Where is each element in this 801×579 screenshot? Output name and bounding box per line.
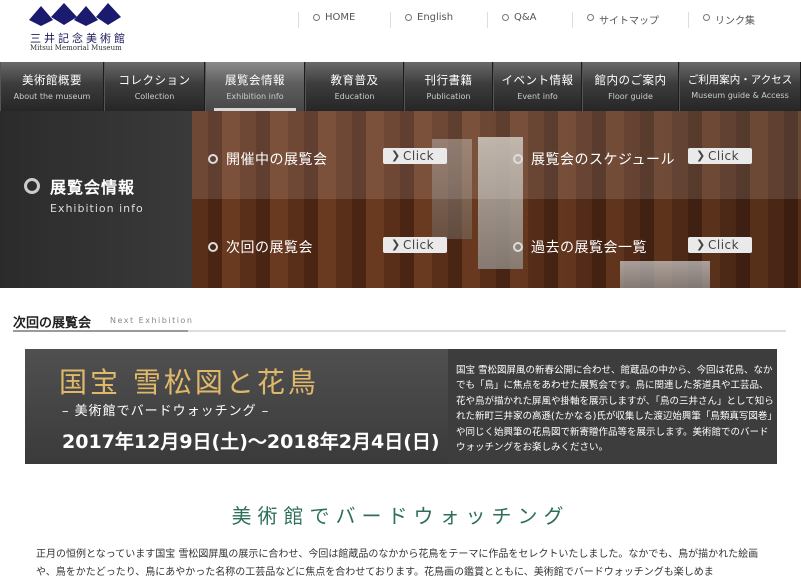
nav-item-sublabel: Education — [334, 92, 375, 101]
click-button-label: Click — [708, 149, 740, 163]
link-label: 展覧会のスケジュール — [531, 152, 676, 168]
nav-item-label: イベント情報 — [501, 73, 574, 87]
nav-item-label: 刊行書籍 — [424, 73, 473, 87]
nav-item-label: 教育普及 — [330, 73, 379, 87]
chevron-right-icon: ❯ — [391, 238, 401, 251]
article-body: 正月の恒例となっています国宝 雪松図屏風の展示に合わせ、今回は館蔵品のなかから花… — [36, 549, 759, 578]
section-title: 次回の展覧会 — [13, 316, 92, 331]
circle-bullet-icon — [513, 242, 523, 252]
chevron-right-icon: ❯ — [696, 238, 706, 251]
util-link-home[interactable]: HOME — [298, 12, 355, 28]
nav-item-sublabel: Publication — [426, 92, 471, 101]
click-button-next[interactable]: ❯ Click — [383, 237, 447, 253]
exhibition-dates: 2017年12月9日(土)～2018年2月4日(日) — [62, 431, 440, 453]
nav-item-access[interactable]: ご利用案内・アクセス Museum guide & Access — [679, 62, 801, 111]
window-light-image — [620, 261, 710, 288]
link-label: 次回の展覧会 — [226, 240, 313, 256]
util-link-qa[interactable]: Q&A — [487, 12, 537, 28]
page: 三井記念美術館 Mitsui Memorial Museum HOME Engl… — [0, 0, 801, 579]
nav-item-label: 美術館概要 — [22, 73, 82, 87]
exhibition-banner[interactable]: 国宝 雪松図と花鳥 – 美術館でバードウォッチング – 2017年12月9日(土… — [25, 349, 777, 464]
nav-item-event[interactable]: イベント情報 Event info — [493, 62, 582, 111]
circle-bullet-icon — [208, 242, 218, 252]
util-link-sitemap[interactable]: サイトマップ — [572, 12, 659, 28]
util-link-english[interactable]: English — [390, 12, 453, 28]
nav-item-publication[interactable]: 刊行書籍 Publication — [404, 62, 493, 111]
hero-banner: 展覧会情報 Exhibition info 開催中の展覧会 ❯ Click 展覧… — [0, 111, 801, 288]
hero-title-panel — [0, 111, 192, 288]
nav-item-exhibition[interactable]: 展覧会情報 Exhibition info — [205, 62, 305, 111]
circle-bullet-icon — [24, 178, 40, 194]
exhibition-subtitle: – 美術館でバードウォッチング – — [62, 404, 270, 419]
hero-title-jp: 展覧会情報 — [50, 178, 136, 197]
hero-title-en: Exhibition info — [50, 202, 144, 215]
click-button-schedule[interactable]: ❯ Click — [688, 148, 752, 164]
global-nav: 美術館概要 About the museum コレクション Collection… — [0, 62, 801, 111]
nav-item-about[interactable]: 美術館概要 About the museum — [0, 62, 104, 111]
article-heading: 美術館でバードウォッチング — [231, 504, 570, 528]
link-label: 過去の展覧会一覧 — [531, 240, 647, 256]
nav-item-label: コレクション — [118, 73, 191, 87]
museum-logo-icon[interactable] — [29, 3, 121, 26]
link-label: 開催中の展覧会 — [226, 152, 328, 168]
banner-title-panel: 国宝 雪松図と花鳥 – 美術館でバードウォッチング – 2017年12月9日(土… — [25, 349, 448, 464]
exhibition-title: 国宝 雪松図と花鳥 — [59, 366, 319, 399]
circle-bullet-icon — [208, 154, 218, 164]
nav-item-sublabel: About the museum — [13, 92, 91, 101]
nav-item-label: 館内のご案内 — [594, 73, 667, 87]
nav-item-sublabel: Collection — [134, 92, 175, 101]
section-title-en: Next Exhibition — [110, 316, 194, 325]
click-button-past[interactable]: ❯ Click — [688, 237, 752, 253]
nav-item-collection[interactable]: コレクション Collection — [104, 62, 205, 111]
click-button-label: Click — [708, 238, 740, 252]
site-header: 三井記念美術館 Mitsui Memorial Museum HOME Engl… — [0, 0, 801, 62]
nav-item-sublabel: Floor guide — [608, 92, 653, 101]
nav-item-education[interactable]: 教育普及 Education — [305, 62, 404, 111]
nav-item-floor-guide[interactable]: 館内のご案内 Floor guide — [582, 62, 679, 111]
section-divider-accent — [13, 330, 188, 332]
exhibition-description: 国宝 雪松図屏風の新春公開に合わせ、館蔵品の中から、今回は花鳥、なかでも「鳥」に… — [456, 365, 774, 454]
nav-item-sublabel: Museum guide & Access — [691, 91, 789, 100]
nav-item-label: 展覧会情報 — [225, 73, 285, 87]
chevron-right-icon: ❯ — [696, 149, 706, 162]
click-button-label: Click — [403, 238, 435, 252]
chevron-right-icon: ❯ — [391, 149, 401, 162]
nav-item-label: ご利用案内・アクセス — [687, 74, 793, 86]
util-link-links[interactable]: リンク集 — [688, 12, 755, 28]
logo-text-en: Mitsui Memorial Museum — [30, 44, 122, 52]
circle-bullet-icon — [513, 154, 523, 164]
click-button-label: Click — [403, 149, 435, 163]
click-button-current[interactable]: ❯ Click — [383, 148, 447, 164]
nav-item-sublabel: Event info — [517, 92, 558, 101]
nav-item-sublabel: Exhibition info — [226, 92, 284, 101]
